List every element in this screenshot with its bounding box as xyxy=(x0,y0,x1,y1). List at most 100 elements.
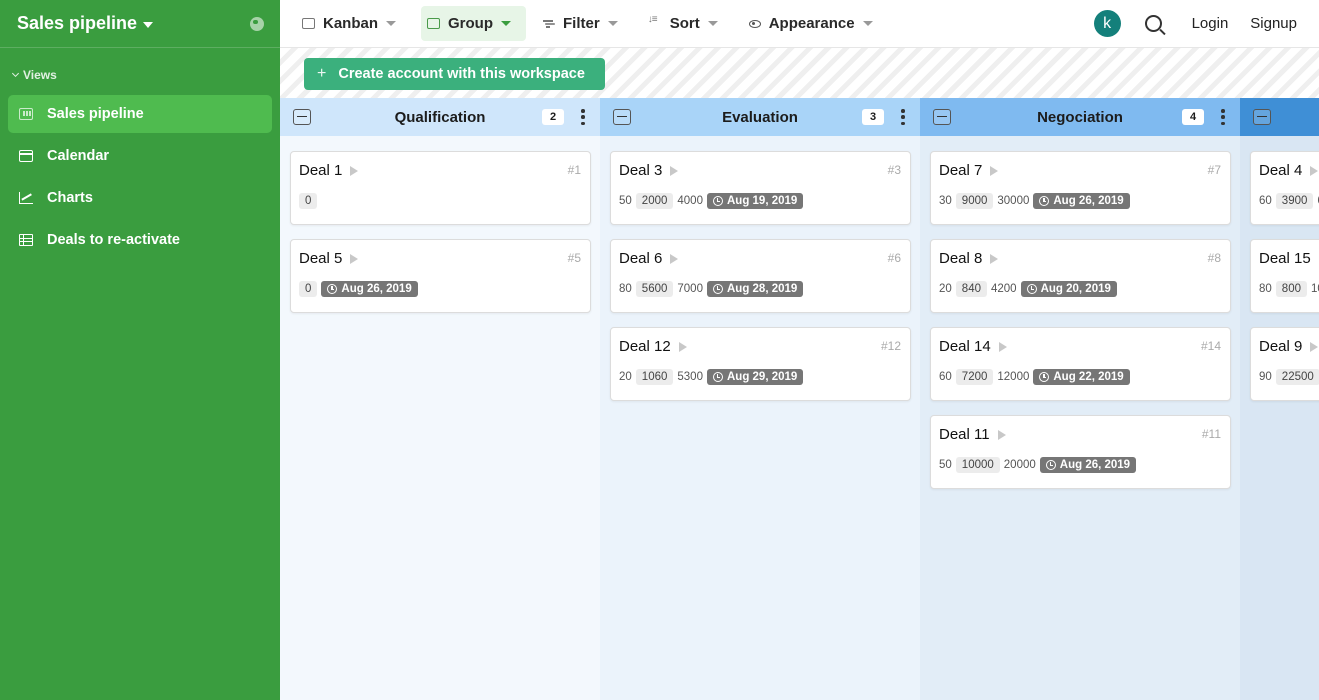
search-icon[interactable] xyxy=(1144,15,1162,32)
sidebar-item-label: Deals to re-activate xyxy=(47,232,180,248)
probability-value: 80 xyxy=(619,283,632,295)
amount-value: 4000 xyxy=(677,195,703,207)
collapse-column-icon[interactable] xyxy=(933,109,951,125)
probability-value: 0 xyxy=(299,193,318,209)
due-date-text: Aug 26, 2019 xyxy=(1059,459,1131,471)
column-header: Qualification 2 xyxy=(280,98,600,136)
expand-card-icon[interactable] xyxy=(990,253,999,264)
column-header xyxy=(1240,98,1319,136)
card-title: Deal 12 xyxy=(619,338,671,355)
column-menu-icon[interactable] xyxy=(576,107,590,127)
deal-card[interactable]: Deal 8 #8 20 840 4200 Aug 20, 2019 xyxy=(930,239,1231,313)
card-title-row: Deal 5 xyxy=(299,250,359,267)
expand-card-icon[interactable] xyxy=(998,341,1007,352)
due-date-chip: Aug 19, 2019 xyxy=(706,193,804,209)
views-section-toggle[interactable]: Views xyxy=(0,48,280,82)
card-title-row: Deal 15 xyxy=(1259,250,1319,267)
collapse-column-icon[interactable] xyxy=(293,109,311,125)
card-fields: 0 xyxy=(299,193,318,209)
card-title-row: Deal 12 xyxy=(619,338,687,355)
expand-card-icon[interactable] xyxy=(678,341,687,352)
toolbar: Kanban Group Filter Sort Appearance k Lo… xyxy=(280,0,1319,48)
card-title-row: Deal 9 xyxy=(1259,338,1319,355)
column-header: Evaluation 3 xyxy=(600,98,920,136)
deal-card[interactable]: Deal 9 90 22500 xyxy=(1250,327,1319,401)
expand-card-icon[interactable] xyxy=(670,253,679,264)
card-title: Deal 15 xyxy=(1259,250,1311,267)
expand-card-icon[interactable] xyxy=(1310,165,1319,176)
clock-icon xyxy=(1026,284,1037,294)
sidebar: Sales pipeline Views Sales pipeline Cale… xyxy=(0,0,280,700)
sidebar-item-sales-pipeline[interactable]: Sales pipeline xyxy=(8,95,272,133)
column-menu-icon[interactable] xyxy=(1216,107,1230,127)
card-id: #11 xyxy=(1201,427,1221,441)
card-title-row: Deal 3 xyxy=(619,162,679,179)
probability-value: 80 xyxy=(1259,283,1272,295)
appearance-label: Appearance xyxy=(768,15,855,32)
login-link[interactable]: Login xyxy=(1192,15,1229,32)
filter-label: Filter xyxy=(563,15,600,32)
kanban-label: Kanban xyxy=(323,15,379,32)
amount-value: 7000 xyxy=(677,283,703,295)
card-title: Deal 3 xyxy=(619,162,663,179)
card-title: Deal 7 xyxy=(939,162,983,179)
deal-card[interactable]: Deal 6 #6 80 5600 7000 Aug 28, 2019 xyxy=(610,239,911,313)
deal-card[interactable]: Deal 11 #11 50 10000 20000 Aug 26, 2019 xyxy=(930,415,1231,489)
expand-card-icon[interactable] xyxy=(1310,341,1319,352)
kanban-icon xyxy=(19,108,33,120)
sort-button[interactable]: Sort xyxy=(643,6,733,41)
column-menu-icon[interactable] xyxy=(896,107,910,127)
collapse-column-icon[interactable] xyxy=(1253,109,1271,125)
deal-card[interactable]: Deal 12 #12 20 1060 5300 Aug 29, 2019 xyxy=(610,327,911,401)
deal-card[interactable]: Deal 7 #7 30 9000 30000 Aug 26, 2019 xyxy=(930,151,1231,225)
filter-button[interactable]: Filter xyxy=(536,6,633,41)
deal-card[interactable]: Deal 15 8080010 xyxy=(1250,239,1319,313)
expand-card-icon[interactable] xyxy=(350,165,359,176)
globe-icon[interactable] xyxy=(250,16,264,31)
deal-card[interactable]: Deal 14 #14 60 7200 12000 Aug 22, 2019 xyxy=(930,327,1231,401)
kanban-view-button[interactable]: Kanban xyxy=(296,6,411,41)
card-fields: 8080010 xyxy=(1259,281,1319,297)
card-title: Deal 1 xyxy=(299,162,343,179)
card-fields: 30 9000 30000 Aug 26, 2019 xyxy=(939,193,1130,209)
appearance-button[interactable]: Appearance xyxy=(743,6,888,41)
signup-link[interactable]: Signup xyxy=(1250,15,1297,32)
kanban-column: Negociation 4 Deal 7 #7 30 9000 30000 Aug 26, 2… xyxy=(920,98,1240,700)
sidebar-item-charts[interactable]: Charts xyxy=(8,179,272,217)
expand-card-icon[interactable] xyxy=(350,253,359,264)
due-date-text: Aug 29, 2019 xyxy=(726,371,798,383)
deal-card[interactable]: Deal 4 6039006 xyxy=(1250,151,1319,225)
deal-card[interactable]: Deal 5 #5 0 Aug 26, 2019 xyxy=(290,239,591,313)
group-label: Group xyxy=(448,15,494,32)
weighted-value-chip: 10000 xyxy=(955,457,1000,473)
due-date-text: Aug 19, 2019 xyxy=(726,195,798,207)
probability-value: 0 xyxy=(299,281,318,297)
deal-card[interactable]: Deal 1 #1 0 xyxy=(290,151,591,225)
sidebar-item-deals-to-reactivate[interactable]: Deals to re-activate xyxy=(8,221,272,259)
expand-card-icon[interactable] xyxy=(990,165,999,176)
avatar[interactable]: k xyxy=(1093,10,1121,37)
group-button[interactable]: Group xyxy=(421,6,527,41)
workspace-title-dropdown[interactable]: Sales pipeline xyxy=(17,13,154,34)
due-date-text: Aug 28, 2019 xyxy=(726,283,798,295)
caret-down-icon xyxy=(707,21,718,26)
due-date-chip: Aug 22, 2019 xyxy=(1033,369,1130,385)
card-fields: 90 22500 xyxy=(1259,369,1319,385)
clock-icon xyxy=(1039,372,1050,382)
sidebar-item-calendar[interactable]: Calendar xyxy=(8,137,272,175)
card-fields: 60 7200 12000 Aug 22, 2019 xyxy=(939,369,1130,385)
expand-card-icon[interactable] xyxy=(997,429,1006,440)
deal-card[interactable]: Deal 3 #3 50 2000 4000 Aug 19, 2019 xyxy=(610,151,911,225)
create-account-button[interactable]: + Create account with this workspace xyxy=(304,58,605,90)
expand-card-icon[interactable] xyxy=(670,165,679,176)
kanban-icon xyxy=(302,18,315,29)
card-id: #3 xyxy=(887,163,901,177)
card-title: Deal 11 xyxy=(939,426,990,443)
clock-icon xyxy=(1045,460,1056,470)
card-title: Deal 9 xyxy=(1259,338,1303,355)
sidebar-item-label: Charts xyxy=(47,190,93,206)
filter-icon xyxy=(542,18,555,29)
caret-down-icon xyxy=(501,21,512,26)
collapse-column-icon[interactable] xyxy=(613,109,631,125)
caret-down-icon xyxy=(862,21,873,26)
